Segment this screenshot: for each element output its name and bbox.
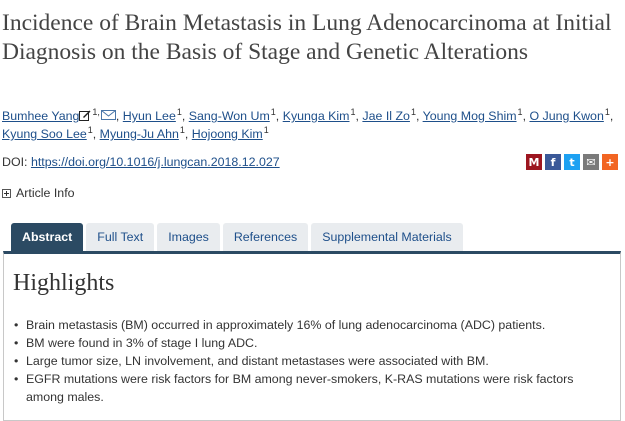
author-link[interactable]: Myung-Ju Ahn	[100, 127, 179, 141]
corresponding-author-icon[interactable]	[79, 110, 91, 121]
author-link[interactable]: Kyunga Kim	[283, 109, 350, 123]
affiliation-marker: 1,	[92, 107, 100, 117]
email-author-icon[interactable]	[100, 110, 116, 120]
abstract-panel: Highlights Brain metastasis (BM) occurre…	[3, 251, 621, 421]
affiliation-marker: 1	[604, 107, 610, 117]
article-info-label: Article Info	[16, 186, 75, 200]
list-item: Brain metastasis (BM) occurred in approx…	[14, 316, 604, 334]
twitter-icon[interactable]: t	[564, 154, 580, 170]
highlights-list: Brain metastasis (BM) occurred in approx…	[14, 316, 604, 406]
doi-label: DOI:	[2, 155, 28, 169]
affiliation-marker: 1	[517, 107, 523, 117]
affiliation-marker: 1	[263, 125, 269, 135]
facebook-icon[interactable]: f	[545, 154, 561, 170]
doi-line: DOI: https://doi.org/10.1016/j.lungcan.2…	[2, 155, 280, 169]
list-item: BM were found in 3% of stage I lung ADC.	[14, 334, 604, 352]
author-link[interactable]: Hojoong Kim	[192, 127, 263, 141]
expand-icon	[2, 189, 11, 198]
tab-images[interactable]: Images	[157, 223, 220, 251]
tab-full-text[interactable]: Full Text	[86, 223, 155, 251]
email-icon[interactable]: ✉	[583, 154, 599, 170]
author-link[interactable]: Jae Il Zo	[362, 109, 410, 123]
doi-link[interactable]: https://doi.org/10.1016/j.lungcan.2018.1…	[31, 155, 280, 169]
author-link[interactable]: Kyung Soo Lee	[2, 127, 87, 141]
author-link[interactable]: Young Mog Shim	[423, 109, 517, 123]
highlights-heading: Highlights	[13, 270, 115, 296]
author-link[interactable]: Bumhee Yang	[2, 109, 79, 123]
author-link[interactable]: Hyun Lee	[123, 109, 176, 123]
mendeley-icon[interactable]: M	[526, 154, 542, 170]
tab-supplemental-materials[interactable]: Supplemental Materials	[311, 223, 463, 251]
affiliation-marker: 1	[270, 107, 276, 117]
more-share-icon[interactable]: +	[602, 154, 618, 170]
affiliation-marker: 1	[350, 107, 356, 117]
affiliation-marker: 1	[176, 107, 182, 117]
affiliation-marker: 1	[410, 107, 416, 117]
list-item: EGFR mutations were risk factors for BM …	[14, 370, 604, 406]
content-tabs: Abstract Full Text Images References Sup…	[11, 223, 463, 251]
tab-references[interactable]: References	[222, 223, 309, 251]
author-link[interactable]: Sang-Won Um	[189, 109, 270, 123]
share-bar: M f t ✉ +	[526, 154, 618, 170]
list-item: Large tumor size, LN involvement, and di…	[14, 352, 604, 370]
tab-abstract[interactable]: Abstract	[11, 223, 84, 251]
affiliation-marker: 1	[179, 125, 185, 135]
article-info-toggle[interactable]: Article Info	[2, 186, 75, 200]
author-link[interactable]: O Jung Kwon	[529, 109, 603, 123]
author-list: Bumhee Yang 1,, Hyun Lee1, Sang-Won Um1, …	[2, 107, 614, 142]
affiliation-marker: 1	[87, 125, 93, 135]
article-title: Incidence of Brain Metastasis in Lung Ad…	[2, 10, 612, 65]
